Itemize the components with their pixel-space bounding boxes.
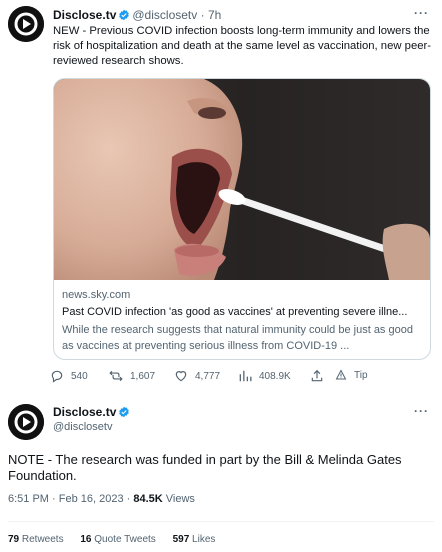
divider xyxy=(8,521,434,522)
share-button[interactable] xyxy=(310,369,331,383)
card-domain: news.sky.com xyxy=(62,289,131,301)
like-count: 4,777 xyxy=(195,370,221,382)
avatar[interactable] xyxy=(8,404,44,440)
tweet-text: NEW - Previous COVID infection boosts lo… xyxy=(53,25,432,67)
card-description: While the research suggests that natural… xyxy=(62,324,413,352)
views-button[interactable]: 408.9K xyxy=(238,369,291,383)
reply-button[interactable]: 540 xyxy=(50,369,88,383)
views-count: 84.5K xyxy=(133,493,163,505)
quote-tweets-stat[interactable]: 16 Quote Tweets xyxy=(80,534,155,545)
tweet-main: Disclose.tv @disclosetv · 7h ··· NEW - Pr… xyxy=(0,0,442,392)
author-handle[interactable]: @disclosetv xyxy=(132,8,197,22)
retweet-icon xyxy=(109,370,123,382)
tweet-text: NOTE - The research was funded in part b… xyxy=(8,452,402,483)
heart-icon xyxy=(175,371,187,382)
retweets-stat[interactable]: 79 Retweets xyxy=(8,534,64,545)
more-options-icon[interactable]: ··· xyxy=(414,6,429,20)
tweet-timestamp[interactable]: 6:51 PM · Feb 16, 2023 · xyxy=(8,493,133,505)
link-card[interactable]: news.sky.com Past COVID infection 'as go… xyxy=(53,78,431,360)
tip-button[interactable]: Tip xyxy=(335,369,368,381)
share-icon xyxy=(311,369,323,382)
retweet-count: 1,607 xyxy=(130,370,156,382)
tweet-timestamp-row: 6:51 PM · Feb 16, 2023 · 84.5K Views xyxy=(8,493,195,505)
likes-stat[interactable]: 597 Likes xyxy=(173,534,216,545)
separator-dot: · xyxy=(200,8,205,22)
views-count: 408.9K xyxy=(259,370,291,382)
verified-badge-icon xyxy=(119,406,130,418)
views-label: Views xyxy=(162,493,195,505)
author-name[interactable]: Disclose.tv xyxy=(53,405,116,419)
more-options-icon[interactable]: ··· xyxy=(414,404,429,418)
tweet-stats: 79 Retweets 16 Quote Tweets 597 Likes xyxy=(8,534,229,545)
author-handle[interactable]: @disclosetv xyxy=(53,421,112,433)
author-name-row: Disclose.tv xyxy=(53,405,132,419)
disclose-logo-icon xyxy=(8,6,44,42)
card-image xyxy=(54,79,430,280)
disclose-logo-icon xyxy=(8,404,44,440)
verified-badge-icon xyxy=(119,9,130,21)
author-name[interactable]: Disclose.tv xyxy=(53,8,116,22)
like-button[interactable]: 4,777 xyxy=(174,369,220,383)
tweet-header: Disclose.tv @disclosetv · 7h xyxy=(53,8,221,22)
reply-count: 540 xyxy=(71,370,88,382)
analytics-icon xyxy=(239,370,252,382)
reply-icon xyxy=(51,370,63,383)
card-title: Past COVID infection 'as good as vaccine… xyxy=(62,306,408,318)
avatar[interactable] xyxy=(8,6,44,42)
tip-label: Tip xyxy=(354,369,368,381)
tweet-time[interactable]: 7h xyxy=(208,8,221,22)
retweet-button[interactable]: 1,607 xyxy=(109,369,155,383)
card-meta: news.sky.com Past COVID infection 'as go… xyxy=(62,288,424,354)
tip-icon xyxy=(335,369,347,380)
